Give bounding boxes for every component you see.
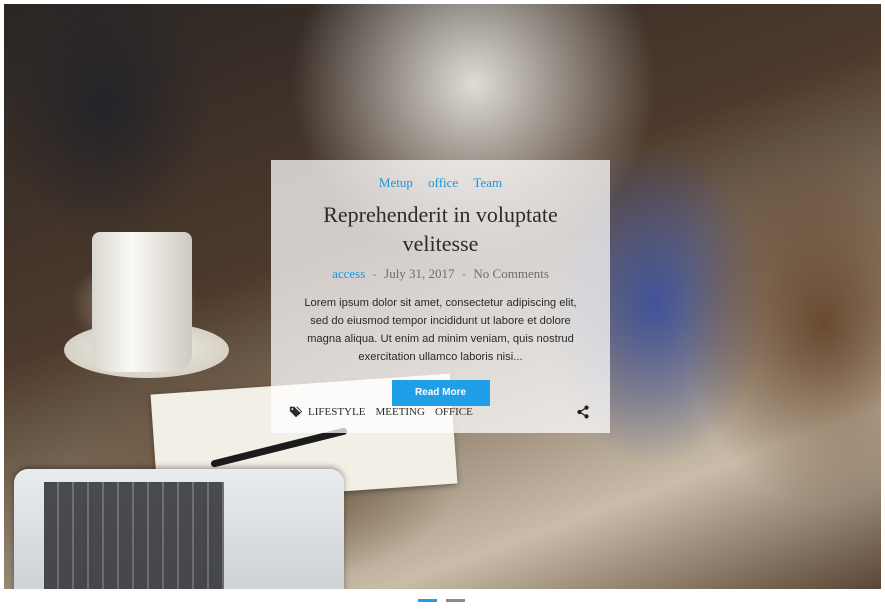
post-comments-link[interactable]: No Comments [473,266,548,281]
slider-dot-1[interactable] [418,599,437,602]
tag-link-office[interactable]: OFFICE [435,406,473,418]
category-link-metup[interactable]: Metup [379,175,413,190]
tag-link-meeting[interactable]: MEETING [375,406,425,418]
post-author-link[interactable]: access [332,266,365,281]
tags-icon [289,406,303,418]
tag-link-lifestyle[interactable]: LIFESTYLE [308,406,365,418]
meta-separator: - [461,266,467,281]
category-link-office[interactable]: office [428,175,458,190]
category-link-team[interactable]: Team [473,175,502,190]
post-title[interactable]: Reprehenderit in voluptate velitesse [291,200,590,258]
slider-dot-2[interactable] [446,599,465,602]
post-meta: access - July 31, 2017 - No Comments [271,266,610,282]
post-card: Metup office Team Reprehenderit in volup… [271,160,610,433]
share-icon[interactable] [576,405,590,419]
background-laptop-keyboard [44,482,224,589]
post-date[interactable]: July 31, 2017 [384,266,454,281]
background-coffee-cup [92,232,192,372]
read-more-button[interactable]: Read More [391,380,490,406]
post-categories: Metup office Team [271,175,610,191]
post-tags: LIFESTYLE MEETING OFFICE [289,404,590,420]
slider-pagination [418,599,465,602]
post-excerpt: Lorem ipsum dolor sit amet, consectetur … [304,297,577,363]
meta-separator: - [372,266,377,281]
